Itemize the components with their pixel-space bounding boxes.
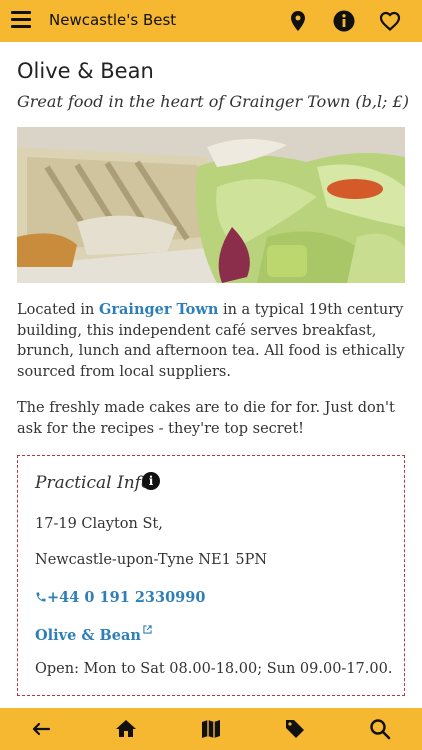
app-title: Newcastle's Best bbox=[49, 11, 177, 29]
bottom-nav-bar bbox=[0, 708, 422, 750]
description-prefix: Located in bbox=[17, 302, 100, 318]
practical-info-box: Practical Info i 17-19 Clayton St, Newca… bbox=[17, 455, 405, 696]
phone-number[interactable]: +44 0 191 2330990 bbox=[47, 589, 205, 606]
extra-paragraph: The freshly made cakes are to die for fo… bbox=[17, 400, 395, 437]
grainger-town-link[interactable]: Grainger Town bbox=[99, 301, 218, 318]
phone-link[interactable]: +44 0 191 2330990 bbox=[35, 589, 205, 606]
info-icon[interactable] bbox=[332, 9, 356, 33]
content-area[interactable]: Olive & Bean Great food in the heart of … bbox=[0, 42, 422, 708]
location-pin-icon[interactable] bbox=[286, 9, 310, 33]
search-icon[interactable] bbox=[368, 717, 392, 741]
place-title: Olive & Bean bbox=[17, 59, 154, 83]
practical-info-heading: Practical Info bbox=[35, 473, 152, 493]
map-icon[interactable] bbox=[199, 717, 223, 741]
place-photo bbox=[17, 127, 405, 283]
description-paragraph: Located in Grainger Town in a typical 19… bbox=[17, 300, 407, 382]
address-line-1: 17-19 Clayton St, bbox=[35, 516, 163, 532]
menu-icon[interactable] bbox=[11, 11, 31, 31]
opening-hours: Open: Mon to Sat 08.00-18.00; Sun 09.00-… bbox=[35, 661, 393, 677]
address-line-2: Newcastle-upon-Tyne NE1 5PN bbox=[35, 552, 268, 568]
heart-icon[interactable] bbox=[378, 9, 402, 33]
info-icon[interactable]: i bbox=[142, 472, 160, 490]
tag-icon[interactable] bbox=[283, 717, 307, 741]
top-app-bar: Newcastle's Best bbox=[0, 0, 422, 42]
website-link[interactable]: Olive & Bean bbox=[35, 625, 152, 644]
website-label[interactable]: Olive & Bean bbox=[35, 627, 141, 644]
place-tagline: Great food in the heart of Grainger Town… bbox=[17, 92, 409, 111]
phone-icon bbox=[36, 592, 46, 602]
external-link-icon bbox=[143, 625, 152, 634]
back-arrow-icon[interactable] bbox=[29, 717, 53, 741]
home-icon[interactable] bbox=[114, 717, 138, 741]
